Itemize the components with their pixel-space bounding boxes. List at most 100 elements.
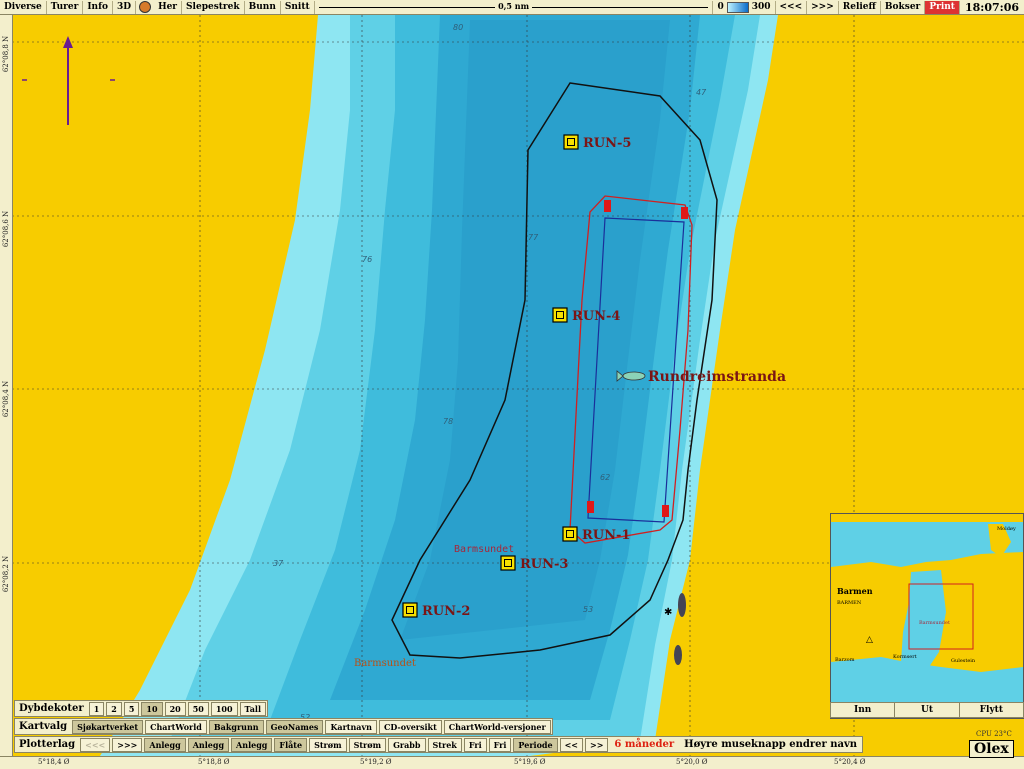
nav-back-button[interactable]: <<< [776,0,808,14]
menu-info[interactable]: Info [83,0,113,14]
run-label: RUN-2 [422,604,470,619]
menu-diverse[interactable]: Diverse [0,0,47,14]
layer-anlegg-button[interactable]: Anlegg [187,737,230,752]
contour-1-button[interactable]: 1 [88,701,105,716]
chart-bakgrunn-button[interactable]: Bakgrunn [208,719,264,734]
depth-label: 53 [583,605,593,614]
chart-cd-oversikt-button[interactable]: CD-oversikt [378,719,442,734]
chart-geonames-button[interactable]: GeoNames [265,719,324,734]
latitude-axis: 62°08,8 N 62°08,6 N 62°08,4 N 62°08,2 N [0,15,13,756]
contour-tall-button[interactable]: Tall [239,701,266,716]
run-label: RUN-3 [520,557,568,572]
minimap-place: Barmen [837,586,873,596]
minimap-move-button[interactable]: Flytt [960,703,1024,717]
minimap-place: Barmsundet [919,620,950,626]
depth-label: 77 [528,233,539,242]
run-marker[interactable]: RUN-5 [563,134,631,151]
sound-name: Barmsundet [454,544,514,555]
menu-bunn[interactable]: Bunn [245,0,281,14]
depth-label: 76 [362,255,372,264]
run-marker[interactable]: RUN-1 [562,526,630,543]
minimap-zoom-in-button[interactable]: Inn [831,703,896,717]
print-button[interactable]: Print [925,0,960,14]
bokser-button[interactable]: Bokser [881,0,926,14]
depth-max: 300 [751,2,771,12]
layer-anlegg-button[interactable]: Anlegg [231,737,273,752]
period-prev-button[interactable]: << [559,737,583,752]
period-next-button[interactable]: >> [585,737,609,752]
run-marker[interactable]: RUN-3 [500,555,568,572]
layer-strek-button[interactable]: Strek [427,737,462,752]
contour-50-button[interactable]: 50 [187,701,209,716]
plotterlag-panel: Plotterlag <<< >>> Anlegg Anlegg Anlegg … [14,736,864,753]
overview-minimap[interactable]: Barmen BARMEN Barmsundet Barzom Kormsert… [830,513,1024,719]
dybdekoter-panel: Dybdekoter 1 2 5 10 20 50 100 Tall [14,700,268,717]
run-label: RUN-1 [582,528,630,543]
depth-label: 78 [443,417,453,426]
layer-fri-button[interactable]: Fri [463,737,487,752]
layer-anlegg-button[interactable]: Anlegg [144,737,186,752]
lon-label: 5°19,2 Ø [360,758,392,766]
hint-text: Høyre museknapp endrer navn [684,738,858,750]
layer-grabb-button[interactable]: Grabb [388,737,426,752]
lon-label: 5°19,6 Ø [514,758,546,766]
run-marker-icon [563,134,579,150]
lat-label: 62°08,4 N [2,380,10,418]
layer-forward-button[interactable]: >>> [112,737,143,752]
compass-icon[interactable] [139,1,152,13]
kartvalg-panel: Kartvalg Sjøkartverket ChartWorld Bakgru… [14,718,553,735]
layer-fri-button[interactable]: Fri [488,737,512,752]
place-name: Rundreimstranda [648,369,786,385]
minimap-place: BARMEN [837,600,862,606]
chart-kartnavn-button[interactable]: Kartnavn [325,719,377,734]
depth-gradient [726,1,749,13]
menu-snitt[interactable]: Snitt [281,0,315,14]
minimap-zoom-out-button[interactable]: Ut [895,703,960,717]
contour-5-button[interactable]: 5 [123,701,140,716]
minimap-place: Moldøy [997,526,1016,532]
dybdekoter-label: Dybdekoter [19,703,84,714]
kartvalg-label: Kartvalg [19,721,68,732]
menu-3d[interactable]: 3D [113,0,137,14]
rock-icon: ✱ [664,607,672,618]
depth-min: 0 [717,2,724,12]
layer-back-button[interactable]: <<< [80,737,111,752]
depth-label: 37 [273,559,284,568]
chart-chartworld-versjoner-button[interactable]: ChartWorld-versjoner [443,719,551,734]
depth-label: 80 [453,23,463,32]
contour-20-button[interactable]: 20 [164,701,186,716]
scale-label: 0,5 nm [495,0,533,11]
lon-label: 5°18,4 Ø [38,758,70,766]
cpu-temp: CPU 23°C [976,730,1012,738]
lon-label: 5°18,8 Ø [198,758,230,766]
run-marker-icon [500,555,516,571]
menu-her[interactable]: Her [154,0,183,14]
minimap-place: Kormsert [893,654,917,660]
menu-slepestrek[interactable]: Slepestrek [182,0,245,14]
depth-color-scale[interactable]: 0 300 [713,0,776,14]
chart-sjokartverket-button[interactable]: Sjøkartverket [72,719,144,734]
contour-10-button[interactable]: 10 [141,701,163,716]
contour-2-button[interactable]: 2 [106,701,122,716]
run-marker[interactable]: RUN-2 [402,602,470,619]
chart-chartworld-button[interactable]: ChartWorld [145,719,207,734]
run-label: RUN-5 [583,136,631,151]
nav-forward-button[interactable]: >>> [807,0,839,14]
depth-label: 47 [696,88,707,97]
minimap-controls: Inn Ut Flytt [830,702,1024,718]
layer-strom-button[interactable]: Strøm [348,737,387,752]
minimap-marker-icon: △ [866,635,873,645]
relieff-button[interactable]: Relieff [839,0,881,14]
depth-label: 62 [600,473,610,482]
contour-100-button[interactable]: 100 [210,701,238,716]
run-label: RUN-4 [572,309,620,324]
lat-label: 62°08,8 N [2,35,10,73]
run-marker-icon [562,526,578,542]
menu-turer[interactable]: Turer [47,0,84,14]
run-marker[interactable]: RUN-4 [552,307,620,324]
periode-button[interactable]: Periode [513,737,558,752]
sound-name-land: Barmsundet [354,658,416,669]
layer-strom-button[interactable]: Strøm [309,737,347,752]
scale-bar: 0,5 nm [315,0,714,14]
layer-flate-button[interactable]: Flåte [274,737,308,752]
